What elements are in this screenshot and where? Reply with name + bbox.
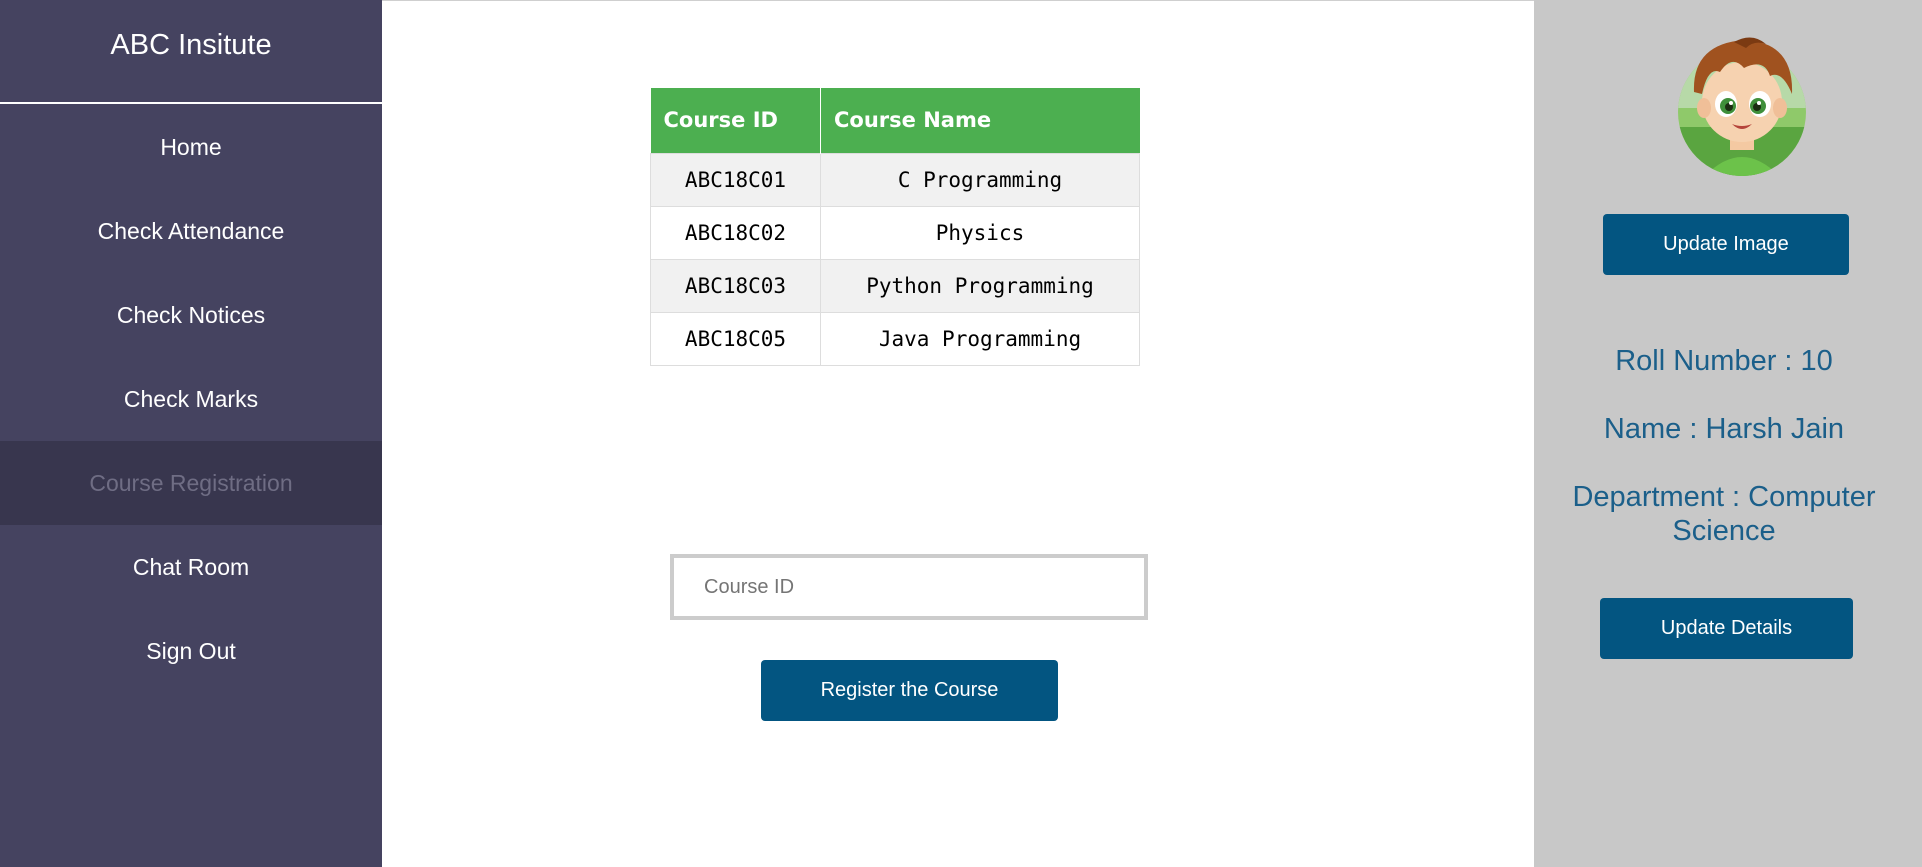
roll-number: Roll Number : 10 — [1615, 345, 1833, 377]
department: Department : Computer Science — [1572, 481, 1876, 547]
register-course-button[interactable]: Register the Course — [761, 660, 1058, 721]
update-details-button[interactable]: Update Details — [1600, 598, 1853, 659]
course-name-cell: Physics — [820, 205, 1140, 260]
sidebar-item-check-notices[interactable]: Check Notices — [0, 273, 382, 357]
profile-panel: Update Image Roll Number : 10 Name : Har… — [1534, 0, 1922, 867]
student-name: Name : Harsh Jain — [1603, 413, 1845, 445]
courses-table: Course ID Course Name ABC18C01 C Program… — [650, 88, 1140, 366]
update-image-button[interactable]: Update Image — [1603, 214, 1849, 275]
sidebar-item-home[interactable]: Home — [0, 105, 382, 189]
table-header-row: Course ID Course Name — [650, 88, 1140, 153]
sidebar-item-sign-out[interactable]: Sign Out — [0, 609, 382, 693]
course-name-cell: C Programming — [820, 152, 1140, 207]
sidebar-nav: Home Check Attendance Check Notices Chec… — [0, 104, 382, 693]
course-name-cell: Java Programming — [820, 311, 1140, 366]
course-id-cell: ABC18C01 — [650, 152, 821, 207]
sidebar-item-check-attendance[interactable]: Check Attendance — [0, 189, 382, 273]
table-row: ABC18C02 Physics — [650, 205, 1140, 260]
cartoon-boy-avatar-icon — [1678, 37, 1806, 176]
sidebar-item-check-marks[interactable]: Check Marks — [0, 357, 382, 441]
course-id-cell: ABC18C05 — [650, 311, 821, 366]
sidebar-item-course-registration[interactable]: Course Registration — [0, 441, 382, 525]
course-id-input[interactable] — [670, 554, 1148, 620]
avatar — [1674, 32, 1810, 177]
table-row: ABC18C03 Python Programming — [650, 258, 1140, 313]
main-content: Course ID Course Name ABC18C01 C Program… — [382, 0, 1534, 867]
course-name-cell: Python Programming — [820, 258, 1140, 313]
sidebar-item-chat-room[interactable]: Chat Room — [0, 525, 382, 609]
table-row: ABC18C01 C Programming — [650, 152, 1140, 207]
course-id-cell: ABC18C02 — [650, 205, 821, 260]
column-header-course-id: Course ID — [650, 88, 821, 153]
course-id-cell: ABC18C03 — [650, 258, 821, 313]
sidebar: ABC Insitute Home Check Attendance Check… — [0, 0, 382, 867]
table-row: ABC18C05 Java Programming — [650, 311, 1140, 366]
column-header-course-name: Course Name — [820, 88, 1140, 153]
brand-title: ABC Insitute — [0, 0, 382, 104]
